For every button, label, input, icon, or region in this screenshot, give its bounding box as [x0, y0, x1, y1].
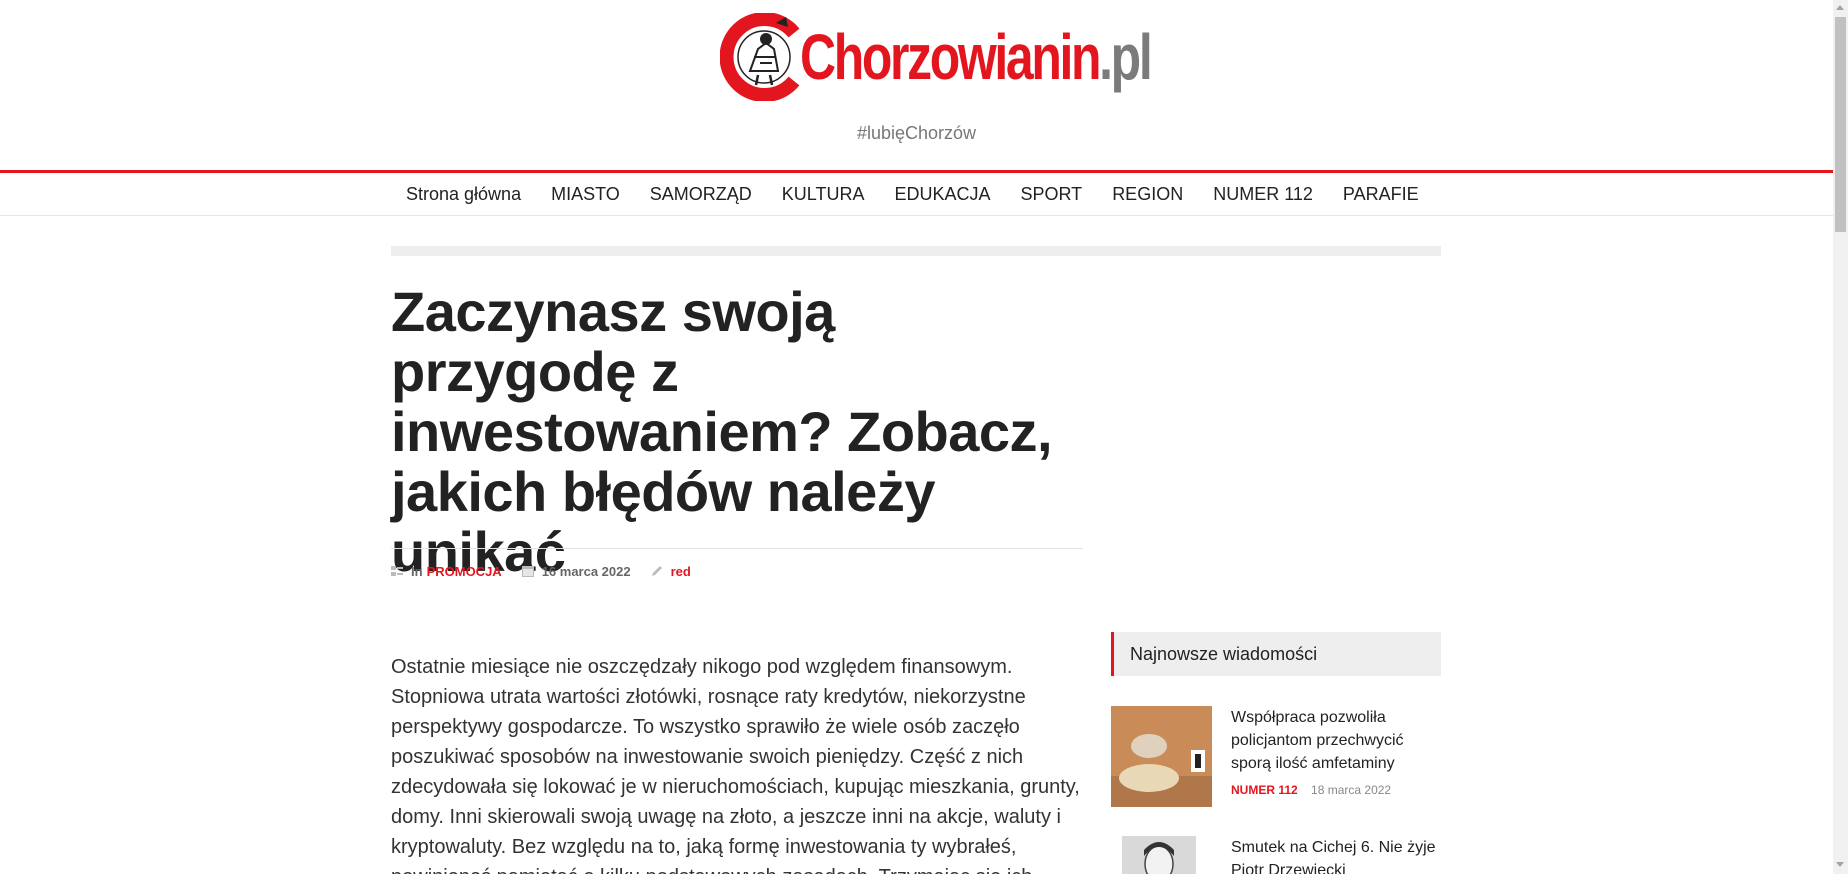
article-title: Zaczynasz swoją przygodę z inwestowaniem… — [391, 280, 1053, 583]
news-item-category[interactable]: NUMER 112 — [1231, 783, 1298, 797]
evidence-photo-icon[interactable] — [1111, 706, 1212, 807]
scroll-up-icon[interactable] — [1836, 5, 1844, 10]
ad-placeholder-bar — [391, 246, 1441, 256]
article-body: Ostatnie miesiące nie oszczędzały nikogo… — [391, 656, 1080, 874]
pencil-icon — [651, 565, 663, 577]
meta-in-label: In — [411, 563, 423, 579]
nav-item-kultura[interactable]: KULTURA — [767, 184, 880, 205]
calendar-icon — [521, 565, 534, 577]
page-scrollbar[interactable] — [1833, 0, 1848, 874]
scrollbar-thumb[interactable] — [1835, 17, 1846, 232]
main-navigation: Strona główna MIASTO SAMORZĄD KULTURA ED… — [0, 170, 1833, 216]
scroll-down-icon[interactable] — [1836, 862, 1844, 867]
sidebar-widget-title: Najnowsze wiadomości — [1111, 632, 1441, 676]
nav-item-parafie[interactable]: PARAFIE — [1328, 184, 1434, 205]
nav-item-edukacja[interactable]: EDUKACJA — [879, 184, 1005, 205]
category-icon — [391, 565, 403, 577]
nav-item-samorzad[interactable]: SAMORZĄD — [635, 184, 767, 205]
meta-author-link[interactable]: red — [671, 564, 691, 579]
nav-item-home[interactable]: Strona główna — [391, 184, 536, 205]
news-item-title[interactable]: Współpraca pozwoliła policjantom przechw… — [1231, 706, 1441, 775]
news-item-title[interactable]: Smutek na Cichej 6. Nie żyje Piotr Drzew… — [1231, 836, 1441, 874]
site-header: Chorzowianin.pl #lubięChorzów — [0, 0, 1833, 170]
logo-text-domain: .pl — [1099, 21, 1153, 93]
site-logo[interactable]: Chorzowianin.pl — [719, 8, 1153, 106]
site-tagline: #lubięChorzów — [856, 123, 977, 143]
article-meta: In PROMOCJA 16 marca 2022 red — [391, 562, 691, 580]
nav-item-numer-112[interactable]: NUMER 112 — [1198, 184, 1328, 205]
logo-badge-icon — [719, 12, 808, 102]
nav-item-sport[interactable]: SPORT — [1006, 184, 1098, 205]
nav-item-region[interactable]: REGION — [1097, 184, 1198, 205]
portrait-photo-icon[interactable] — [1122, 836, 1196, 874]
meta-date: 16 marca 2022 — [541, 563, 631, 579]
title-divider — [391, 548, 1083, 549]
news-item-date: 18 marca 2022 — [1311, 783, 1392, 797]
meta-category-link[interactable]: PROMOCJA — [427, 564, 502, 579]
nav-item-miasto[interactable]: MIASTO — [536, 184, 635, 205]
logo-text-main: Chorzowianin — [800, 21, 1101, 93]
